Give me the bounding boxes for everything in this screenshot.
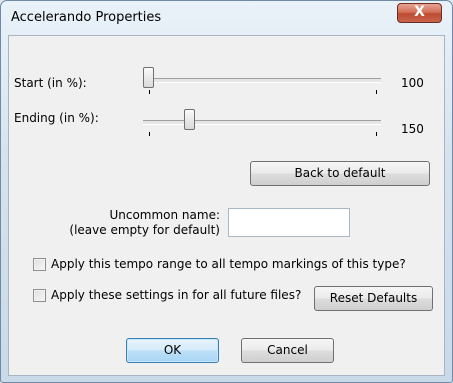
ok-button[interactable]: OK [126, 338, 219, 363]
dialog-window: Accelerando Properties X Start (in %): 1… [0, 0, 453, 383]
back-to-default-button[interactable]: Back to default [250, 161, 430, 186]
apply-range-label[interactable]: Apply this tempo range to all tempo mark… [51, 257, 406, 271]
slider-tick [149, 90, 150, 94]
cancel-button[interactable]: Cancel [241, 338, 334, 363]
close-button[interactable]: X [397, 3, 442, 23]
title-bar[interactable]: Accelerando Properties X [1, 1, 452, 35]
start-value: 100 [401, 76, 424, 90]
start-slider-track [143, 78, 381, 83]
window-title: Accelerando Properties [11, 10, 162, 25]
start-slider[interactable] [143, 67, 381, 95]
close-icon: X [414, 4, 425, 20]
slider-tick [376, 132, 377, 136]
apply-future-label[interactable]: Apply these settings in for all future f… [51, 288, 301, 302]
ending-slider-track [143, 120, 381, 125]
ending-label: Ending (in %): [14, 111, 99, 125]
apply-range-checkbox[interactable] [33, 258, 46, 271]
start-slider-thumb[interactable] [143, 67, 154, 88]
uncommon-name-label: Uncommon name: [109, 208, 220, 222]
slider-tick [149, 132, 150, 136]
dialog-body: Start (in %): 100 Ending (in %): 150 Bac… [8, 35, 445, 376]
slider-tick [376, 90, 377, 94]
ending-value: 150 [401, 122, 424, 136]
uncommon-name-hint: (leave empty for default) [69, 223, 220, 237]
ending-slider[interactable] [143, 109, 381, 137]
start-label: Start (in %): [14, 76, 87, 90]
apply-future-checkbox[interactable] [33, 289, 46, 302]
reset-defaults-button[interactable]: Reset Defaults [314, 286, 433, 311]
uncommon-name-input[interactable] [228, 208, 350, 237]
ending-slider-thumb[interactable] [184, 109, 195, 130]
